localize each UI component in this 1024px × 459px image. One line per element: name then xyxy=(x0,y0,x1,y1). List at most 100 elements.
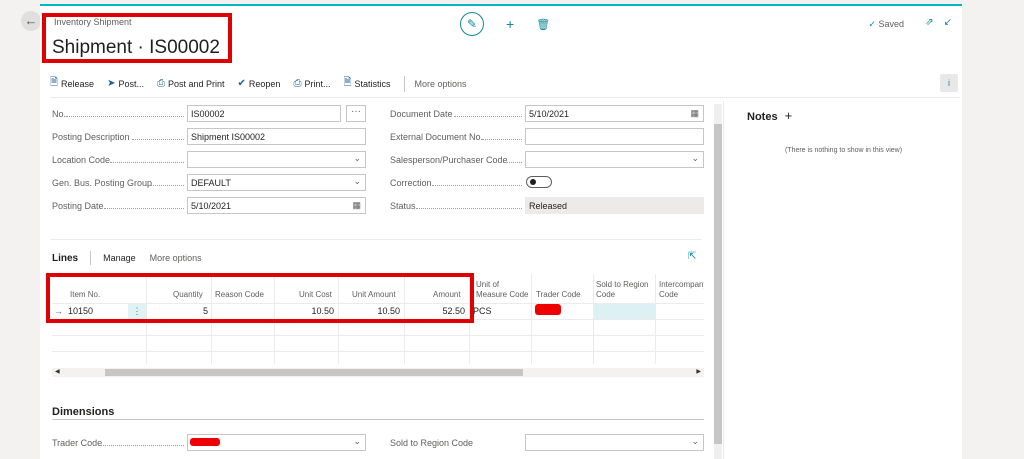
no-label: No. xyxy=(52,109,67,119)
back-arrow-icon[interactable]: ← xyxy=(21,11,41,31)
calendar-icon[interactable]: ▦ xyxy=(352,200,361,211)
edit-pencil-icon[interactable]: ✎ xyxy=(460,12,484,36)
col-intercompany[interactable]: Intercompany Code xyxy=(659,280,704,300)
scrollbar-thumb[interactable] xyxy=(714,124,722,444)
posting-date-label: Posting Date xyxy=(52,201,104,211)
action-bar: 🗎 Release ➤ Post... ⎙ Post and Print ✔ Reope… xyxy=(50,70,960,98)
scroll-right-icon[interactable]: ▶ xyxy=(696,368,701,377)
correction-label: Correction xyxy=(390,178,432,188)
trader-code-label: Trader Code xyxy=(52,438,103,448)
leader-dots xyxy=(454,116,522,117)
collapse-icon[interactable]: ↙ xyxy=(944,17,952,28)
col-uom[interactable]: Unit of Measure Code xyxy=(476,280,528,300)
col-trader-code[interactable]: Trader Code xyxy=(536,290,581,300)
leader-dots xyxy=(432,185,522,186)
lines-more-options-button[interactable]: More options xyxy=(150,253,202,263)
print-icon: ⎙ xyxy=(293,78,302,89)
chevron-down-icon: ⌄ xyxy=(691,153,699,163)
document-card: Inventory Shipment Shipment · IS00002 ✎ … xyxy=(40,4,962,459)
top-actions: ✎ + 🗑 xyxy=(460,12,550,36)
vertical-scrollbar[interactable] xyxy=(714,104,722,459)
release-icon: 🗎 xyxy=(50,77,59,88)
highlight-lines-box xyxy=(46,273,474,323)
grid-line xyxy=(52,335,704,336)
reopen-button[interactable]: ✔ Reopen xyxy=(238,78,281,89)
leader-dots xyxy=(132,139,184,140)
scrollbar-thumb[interactable] xyxy=(105,369,523,376)
new-plus-icon[interactable]: + xyxy=(506,16,514,32)
notes-empty-text: (There is nothing to show in this view) xyxy=(784,147,903,154)
cell-uom[interactable]: PCS xyxy=(473,304,527,319)
action-separator xyxy=(403,75,405,92)
delete-trash-icon[interactable]: 🗑 xyxy=(536,18,550,31)
correction-toggle[interactable] xyxy=(526,176,552,188)
col-sold-to-region[interactable]: Sold to Region Code xyxy=(596,280,648,300)
external-document-no-field[interactable] xyxy=(525,128,704,145)
leader-dots xyxy=(110,162,184,163)
statistics-button[interactable]: 🗎 Statistics xyxy=(343,75,390,92)
trader-code-redaction xyxy=(535,304,561,315)
lines-title: Lines xyxy=(52,252,79,264)
expand-icon[interactable]: ⇱ xyxy=(688,251,696,262)
page: ← Inventory Shipment Shipment · IS00002 … xyxy=(0,0,1024,459)
chevron-down-icon: ⌄ xyxy=(353,436,361,446)
status-field: Released xyxy=(525,197,704,214)
document-date-label: Document Date xyxy=(390,109,453,119)
posting-description-field[interactable]: Shipment IS00002 xyxy=(187,128,366,145)
cell-intercompany[interactable] xyxy=(659,304,703,319)
document-date-field[interactable]: 5/10/2021 ▦ xyxy=(525,105,704,122)
horizontal-scrollbar[interactable]: ◀ ▶ xyxy=(52,368,704,377)
salesperson-select[interactable]: ⌄ xyxy=(525,151,704,168)
leader-dots xyxy=(482,139,522,140)
lines-header: Lines Manage More options xyxy=(52,251,216,265)
chevron-down-icon: ⌄ xyxy=(353,176,361,186)
reopen-icon: ✔ xyxy=(237,78,246,89)
check-icon: ✓ xyxy=(868,19,876,29)
print-button[interactable]: ⎙ Print... xyxy=(293,78,330,89)
window-controls: ⇗ ↙ xyxy=(925,17,952,28)
grid-line xyxy=(593,274,594,364)
sold-to-region-label: Sold to Region Code xyxy=(390,438,474,448)
saved-status: ✓ Saved xyxy=(868,19,904,29)
gen-bus-posting-group-select[interactable]: DEFAULT ⌄ xyxy=(187,174,366,191)
manage-button[interactable]: Manage xyxy=(103,253,136,263)
open-new-window-icon[interactable]: ⇗ xyxy=(925,17,933,28)
location-code-label: Location Code xyxy=(52,155,111,165)
lines-separator xyxy=(90,251,92,265)
chevron-down-icon: ⌄ xyxy=(691,436,699,446)
plus-icon[interactable]: + xyxy=(785,108,793,123)
leader-dots xyxy=(66,116,184,117)
grid-line xyxy=(52,351,704,352)
posting-description-label: Posting Description xyxy=(52,132,130,142)
grid-line xyxy=(531,274,532,364)
grid-line xyxy=(655,274,656,364)
chevron-down-icon: ⌄ xyxy=(353,153,361,163)
leader-dots xyxy=(416,208,522,209)
posting-date-field[interactable]: 5/10/2021 ▦ xyxy=(187,197,366,214)
more-options-button[interactable]: More options xyxy=(415,79,467,89)
no-field[interactable]: IS00002 xyxy=(187,105,341,122)
trader-code-select[interactable]: ⌄ xyxy=(187,434,366,451)
scroll-left-icon[interactable]: ◀ xyxy=(55,368,60,377)
leader-dots xyxy=(100,445,184,446)
dimensions-title: Dimensions xyxy=(52,406,115,418)
notes-panel: Notes + (There is nothing to show in thi… xyxy=(723,101,962,459)
info-icon[interactable]: i xyxy=(940,74,958,92)
salesperson-label: Salesperson/Purchaser Code xyxy=(390,155,508,165)
leader-dots xyxy=(500,162,522,163)
post-and-print-button[interactable]: ⎙ Post and Print xyxy=(157,78,225,89)
cell-sold-to-region[interactable] xyxy=(594,304,655,319)
post-button[interactable]: ➤ Post... xyxy=(107,78,144,89)
release-button[interactable]: 🗎 Release xyxy=(50,75,94,92)
location-code-select[interactable]: ⌄ xyxy=(187,151,366,168)
no-lookup-button[interactable]: ··· xyxy=(346,105,366,122)
post-icon: ➤ xyxy=(107,78,116,89)
section-divider xyxy=(50,239,702,240)
dimensions-divider xyxy=(52,419,704,420)
gen-bus-posting-group-label: Gen. Bus. Posting Group xyxy=(52,178,153,188)
sold-to-region-select[interactable]: ⌄ xyxy=(525,434,704,451)
calendar-icon[interactable]: ▦ xyxy=(690,108,699,119)
external-document-no-label: External Document No. xyxy=(390,132,484,142)
notes-title: Notes + xyxy=(747,108,793,123)
leader-dots xyxy=(104,208,184,209)
